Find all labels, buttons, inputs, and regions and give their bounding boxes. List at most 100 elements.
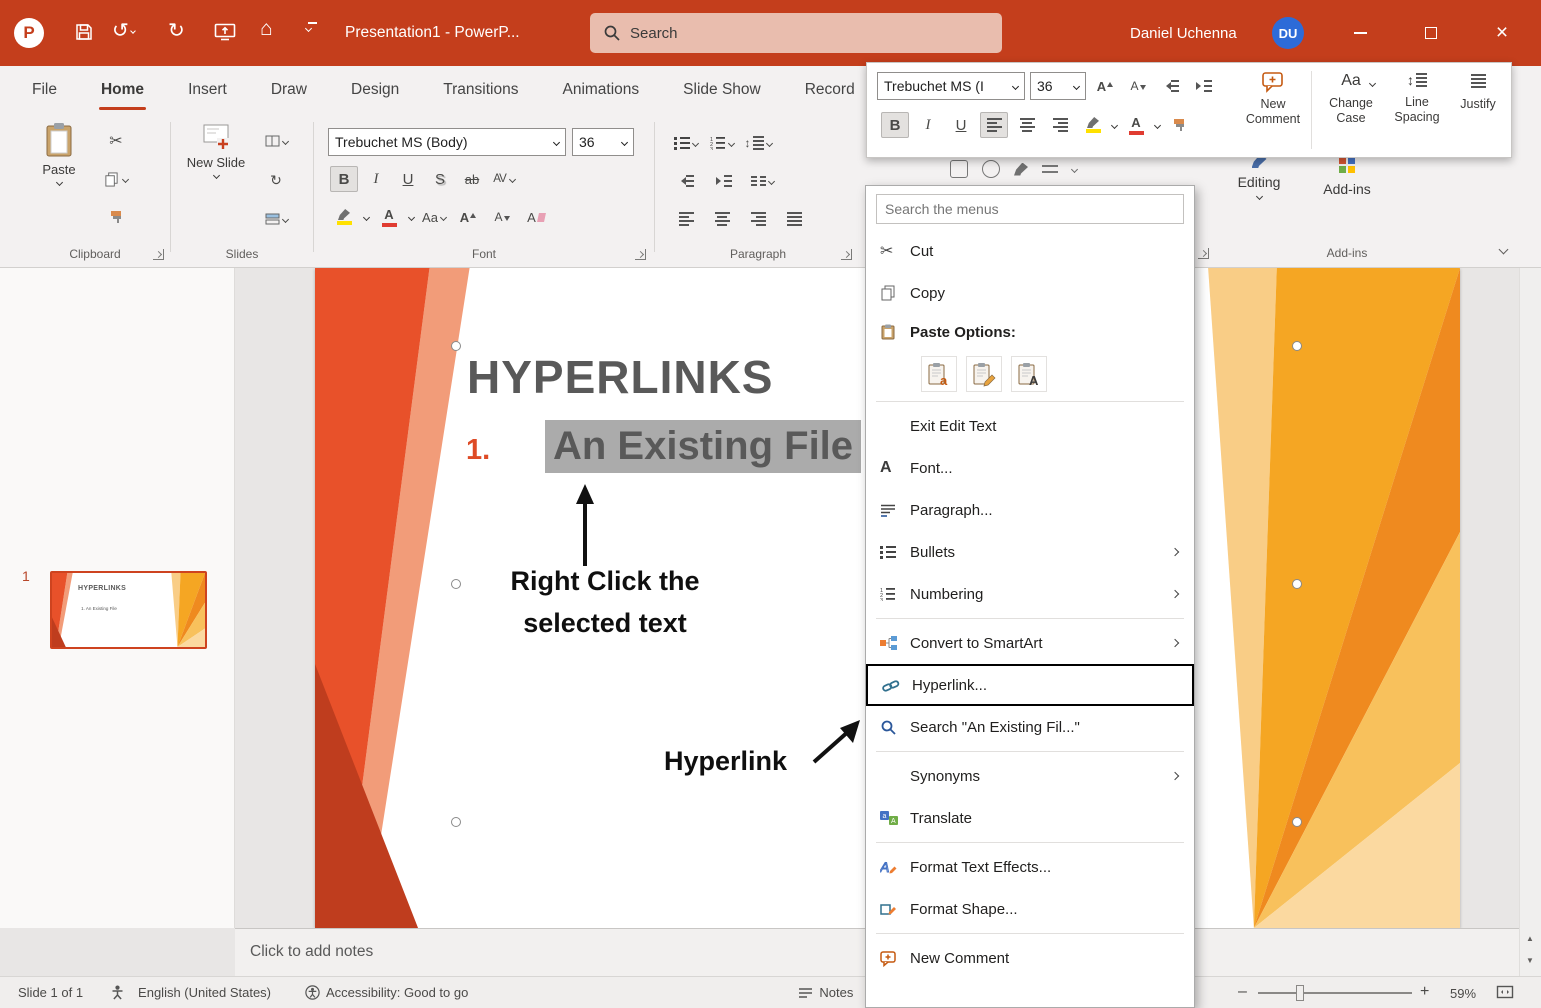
cut-icon[interactable]: ✂ — [102, 128, 130, 154]
mini-line-spacing-button[interactable]: ↕ Line Spacing — [1385, 67, 1449, 155]
powerpoint-logo-icon[interactable]: P — [14, 18, 44, 48]
numbering-button[interactable]: 123 — [708, 130, 736, 156]
paste-button[interactable]: Paste — [30, 122, 88, 232]
mini-align-center-button[interactable] — [1013, 112, 1041, 138]
paste-keep-text-only-icon[interactable]: A — [1011, 356, 1047, 392]
slide-thumbnail[interactable]: HYPERLINKS 1. An Existing File — [50, 571, 207, 649]
underline-button[interactable]: U — [394, 166, 422, 192]
oval-shape-icon[interactable] — [982, 160, 1000, 178]
mini-justify-button[interactable]: Justify — [1449, 67, 1507, 155]
grow-font-button[interactable]: A — [454, 204, 482, 230]
user-avatar[interactable]: DU — [1272, 17, 1304, 49]
tab-insert[interactable]: Insert — [184, 66, 231, 114]
bullets-button[interactable] — [672, 130, 700, 156]
new-slide-button[interactable]: New Slide — [184, 122, 248, 232]
mini-change-case-button[interactable]: Aa Change Case — [1319, 67, 1383, 155]
menu-item-hyperlink[interactable]: Hyperlink... — [866, 664, 1194, 706]
increase-indent-button[interactable] — [710, 168, 738, 194]
mini-align-left-button[interactable] — [980, 112, 1008, 138]
text-shadow-button[interactable]: S — [426, 166, 454, 192]
tab-animations[interactable]: Animations — [558, 66, 643, 114]
mini-increase-indent-button[interactable] — [1190, 73, 1218, 99]
menu-item-cut[interactable]: ✂ Cut — [866, 230, 1194, 272]
font-dialog-launcher-icon[interactable] — [635, 249, 646, 260]
accessibility-status[interactable]: Accessibility: Good to go — [326, 985, 468, 1000]
tab-design[interactable]: Design — [347, 66, 403, 114]
mini-font-name-combo[interactable]: Trebuchet MS (I — [877, 72, 1025, 100]
clear-formatting-button[interactable]: A — [522, 204, 550, 230]
mini-shrink-font-button[interactable]: A — [1124, 73, 1152, 99]
change-case-button[interactable]: Aa — [420, 204, 448, 230]
mini-font-size-combo[interactable]: 36 — [1030, 72, 1086, 100]
clipboard-dialog-launcher-icon[interactable] — [153, 249, 164, 260]
mini-font-color-dropdown-icon[interactable] — [1154, 121, 1161, 128]
notes-placeholder[interactable]: Click to add notes — [250, 943, 373, 961]
tab-record[interactable]: Record — [801, 66, 859, 114]
collapse-ribbon-icon[interactable] — [1499, 245, 1509, 255]
selection-handle[interactable] — [451, 579, 461, 589]
menu-item-translate[interactable]: aA Translate — [866, 797, 1194, 839]
search-input[interactable] — [630, 25, 930, 42]
align-right-button[interactable] — [744, 206, 772, 232]
zoom-level[interactable]: 59% — [1450, 986, 1476, 1001]
mini-grow-font-button[interactable]: A — [1091, 73, 1119, 99]
highlight-dropdown-icon[interactable] — [363, 213, 370, 220]
menu-item-search-selection[interactable]: Search "An Existing Fil..." — [866, 706, 1194, 748]
maximize-button[interactable] — [1408, 13, 1454, 53]
copy-icon[interactable] — [102, 166, 130, 192]
format-painter-icon[interactable] — [102, 204, 130, 230]
tab-file[interactable]: File — [28, 66, 61, 114]
mini-decrease-indent-button[interactable] — [1157, 73, 1185, 99]
accessibility-check-icon[interactable] — [305, 985, 320, 1000]
reset-slide-icon[interactable]: ↻ — [262, 167, 290, 193]
mini-new-comment-button[interactable]: New Comment — [1241, 67, 1305, 155]
columns-button[interactable] — [748, 168, 776, 194]
bold-button[interactable]: B — [330, 166, 358, 192]
menu-search-box[interactable] — [876, 194, 1184, 224]
zoom-slider-thumb[interactable] — [1296, 985, 1304, 1001]
justify-button[interactable] — [780, 206, 808, 232]
outline-pen-icon[interactable] — [1014, 163, 1028, 176]
language-indicator[interactable]: English (United States) — [138, 985, 271, 1000]
zoom-out-icon[interactable]: – — [1238, 983, 1247, 1001]
selection-handle[interactable] — [1292, 817, 1302, 827]
menu-item-new-comment[interactable]: New Comment — [866, 937, 1194, 979]
zoom-in-icon[interactable]: + — [1420, 983, 1429, 1001]
menu-item-exit-edit-text[interactable]: Exit Edit Text — [866, 405, 1194, 447]
drawing-dialog-launcher-icon[interactable] — [1198, 248, 1209, 259]
tab-slide-show[interactable]: Slide Show — [679, 66, 765, 114]
paragraph-dialog-launcher-icon[interactable] — [841, 249, 852, 260]
slide-layout-icon[interactable] — [262, 128, 290, 154]
slide-title-text[interactable]: HYPERLINKS — [467, 350, 773, 404]
font-size-combo[interactable]: 36 — [572, 128, 634, 156]
font-color-button[interactable]: A — [375, 204, 403, 230]
highlight-color-button[interactable] — [330, 204, 358, 230]
fit-to-window-icon[interactable] — [1496, 985, 1514, 1002]
menu-item-bullets[interactable]: Bullets — [866, 531, 1194, 573]
mini-bold-button[interactable]: B — [881, 112, 909, 138]
menu-item-format-shape[interactable]: Format Shape... — [866, 888, 1194, 930]
paste-merge-formatting-icon[interactable] — [966, 356, 1002, 392]
italic-button[interactable]: I — [362, 166, 390, 192]
accessibility-person-icon[interactable] — [111, 985, 124, 1000]
addins-button[interactable]: Add-ins — [1312, 154, 1382, 197]
rounded-rectangle-shape-icon[interactable] — [950, 160, 968, 178]
menu-search-input[interactable] — [885, 201, 1165, 217]
decrease-indent-button[interactable] — [672, 168, 700, 194]
align-center-button[interactable] — [708, 206, 736, 232]
menu-item-format-text-effects[interactable]: A Format Text Effects... — [866, 846, 1194, 888]
font-name-combo[interactable]: Trebuchet MS (Body) — [328, 128, 566, 156]
user-name[interactable]: Daniel Uchenna — [1130, 0, 1237, 66]
slide-indicator[interactable]: Slide 1 of 1 — [18, 985, 83, 1000]
strikethrough-button[interactable]: ab — [458, 166, 486, 192]
vertical-scrollbar[interactable]: ▲ ▼ — [1519, 268, 1541, 976]
menu-item-copy[interactable]: Copy — [866, 272, 1194, 314]
redo-icon[interactable]: ↻ — [168, 18, 185, 43]
menu-item-synonyms[interactable]: Synonyms — [866, 755, 1194, 797]
paste-keep-source-formatting-icon[interactable]: a — [921, 356, 957, 392]
mini-italic-button[interactable]: I — [914, 112, 942, 138]
line-spacing-button[interactable]: ↕ — [744, 130, 772, 156]
selection-handle[interactable] — [1292, 341, 1302, 351]
menu-item-paragraph[interactable]: Paragraph... — [866, 489, 1194, 531]
tab-transitions[interactable]: Transitions — [439, 66, 522, 114]
